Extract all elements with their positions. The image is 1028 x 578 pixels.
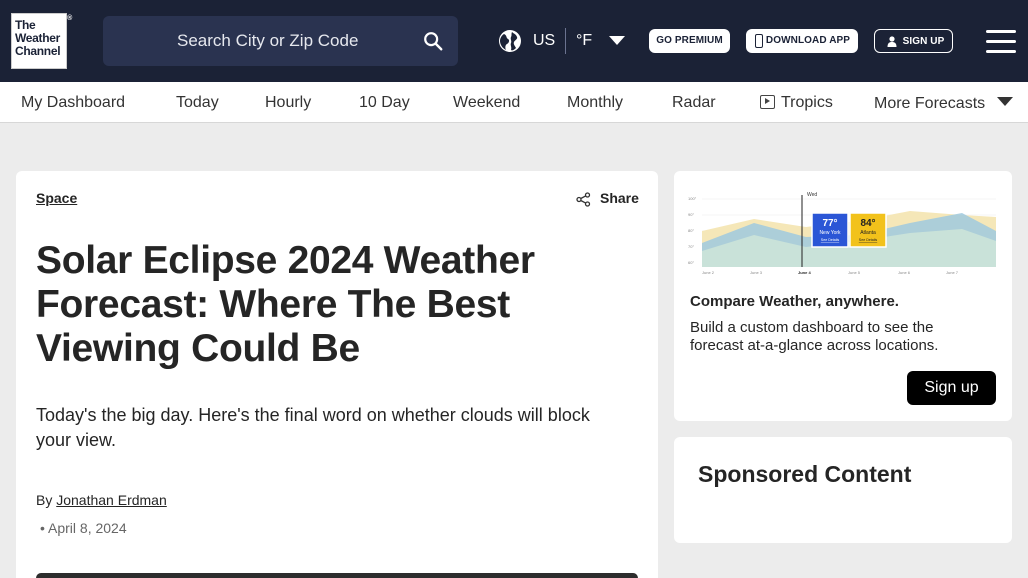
chevron-down-icon[interactable] xyxy=(997,97,1013,106)
chart-date: June 3 xyxy=(750,270,763,275)
chart-tick: 60° xyxy=(688,260,694,265)
nav-more-forecasts[interactable]: More Forecasts xyxy=(874,95,985,113)
promo-title: Compare Weather, anywhere. xyxy=(690,293,899,310)
author-link[interactable]: Jonathan Erdman xyxy=(56,492,167,508)
promo-sign-up-button[interactable]: Sign up xyxy=(907,371,996,405)
article-media-player[interactable] xyxy=(36,573,638,578)
logo-registered-mark: ® xyxy=(67,15,72,22)
go-premium-button[interactable]: GO PREMIUM xyxy=(649,29,730,53)
ny-temp: 77° xyxy=(822,218,837,229)
share-label: Share xyxy=(600,190,639,206)
phone-icon xyxy=(755,34,763,48)
nav-weekend[interactable]: Weekend xyxy=(453,94,520,112)
nav-tropics[interactable]: Tropics xyxy=(781,94,833,112)
ny-details: See Details xyxy=(821,238,840,242)
dashboard-preview-illustration: 100° 90° 80° 70° 60° Wed 77° New York Se… xyxy=(688,192,996,275)
hamburger-menu-icon[interactable] xyxy=(986,30,1016,53)
temperature-unit[interactable]: °F xyxy=(576,32,592,50)
ny-city: New York xyxy=(819,230,841,236)
top-header: The Weather Channel ® US °F GO PREMIUM D… xyxy=(0,0,1028,82)
download-app-label: DOWNLOAD APP xyxy=(765,35,851,46)
nav-radar[interactable]: Radar xyxy=(672,94,716,112)
search-icon[interactable] xyxy=(422,30,444,52)
chart-date: June 5 xyxy=(848,270,861,275)
forecast-nav: My Dashboard Today Hourly 10 Day Weekend… xyxy=(0,82,1028,123)
chart-tick: 100° xyxy=(688,196,697,201)
nav-hourly[interactable]: Hourly xyxy=(265,94,311,112)
atl-details: See Details xyxy=(859,238,878,242)
globe-icon[interactable] xyxy=(498,29,522,53)
chart-date: June 4 xyxy=(798,270,811,275)
chart-tick: 80° xyxy=(688,228,694,233)
nav-10-day[interactable]: 10 Day xyxy=(359,94,410,112)
chart-date: June 6 xyxy=(898,270,911,275)
chevron-down-icon[interactable] xyxy=(609,36,625,45)
article-dek: Today's the big day. Here's the final wo… xyxy=(36,405,590,450)
weather-channel-logo[interactable]: The Weather Channel ® xyxy=(11,13,72,69)
sign-up-button[interactable]: SIGN UP xyxy=(874,29,953,53)
chart-date: June 7 xyxy=(946,270,959,275)
category-link[interactable]: Space xyxy=(36,190,77,206)
sponsored-content-card: Sponsored Content xyxy=(674,437,1012,543)
atl-temp: 84° xyxy=(860,218,875,229)
sign-up-label: SIGN UP xyxy=(902,36,945,47)
byline: By Jonathan Erdman xyxy=(36,492,167,508)
article-card: Space Share Solar Eclipse 2024 Weather F… xyxy=(16,171,658,578)
search-input[interactable] xyxy=(177,29,417,53)
share-icon xyxy=(576,192,591,207)
nav-monthly[interactable]: Monthly xyxy=(567,94,623,112)
nav-my-dashboard[interactable]: My Dashboard xyxy=(21,94,125,112)
article-headline: Solar Eclipse 2024 Weather Forecast: Whe… xyxy=(36,239,535,370)
tropics-video-icon xyxy=(760,95,775,109)
country-selector[interactable]: US xyxy=(533,32,555,50)
chart-day-label: Wed xyxy=(807,192,817,198)
header-divider xyxy=(565,28,566,54)
chart-date: June 2 xyxy=(702,270,715,275)
sponsored-title: Sponsored Content xyxy=(698,461,912,487)
promo-text: Build a custom dashboard to see the fore… xyxy=(690,319,939,354)
nav-today[interactable]: Today xyxy=(176,94,219,112)
download-app-button[interactable]: DOWNLOAD APP xyxy=(746,29,858,53)
logo-line-3: Channel xyxy=(15,44,61,58)
compare-weather-promo: 100° 90° 80° 70° 60° Wed 77° New York Se… xyxy=(674,171,1012,421)
atl-city: Atlanta xyxy=(860,230,876,236)
publish-date: • April 8, 2024 xyxy=(40,520,127,536)
chart-tick: 70° xyxy=(688,244,694,249)
byline-prefix: By xyxy=(36,492,53,508)
person-icon xyxy=(887,36,897,47)
search-box xyxy=(103,16,458,66)
chart-tick: 90° xyxy=(688,212,694,217)
share-button[interactable]: Share xyxy=(576,190,639,207)
